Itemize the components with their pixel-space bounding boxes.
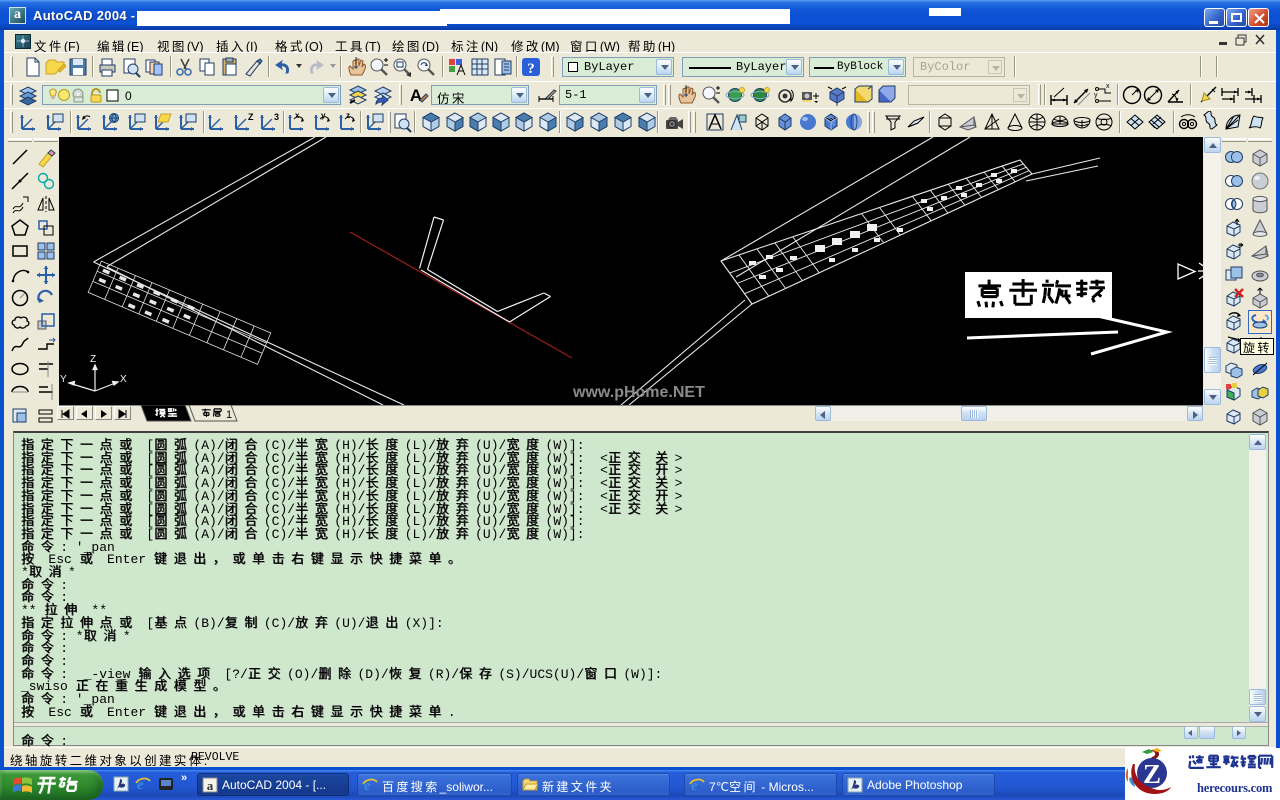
- svg-text:www.pHome.NET: www.pHome.NET: [572, 384, 705, 401]
- svg-text:0: 0: [125, 89, 132, 103]
- svg-text:Y: Y: [60, 374, 67, 385]
- svg-text:Z: Z: [90, 354, 96, 365]
- svg-text:X: X: [120, 374, 127, 385]
- svg-text:y: y: [321, 111, 326, 120]
- svg-text:y: y: [1094, 92, 1098, 99]
- svg-text:1: 1: [226, 409, 232, 421]
- svg-text:?: ?: [527, 61, 535, 77]
- svg-text:x: x: [1106, 84, 1110, 90]
- svg-text:Z: Z: [248, 112, 254, 122]
- svg-text:A: A: [410, 86, 422, 105]
- svg-text:a: a: [207, 778, 214, 793]
- svg-text:3: 3: [274, 112, 279, 122]
- svg-text:z: z: [346, 111, 350, 120]
- svg-text:x: x: [295, 111, 300, 120]
